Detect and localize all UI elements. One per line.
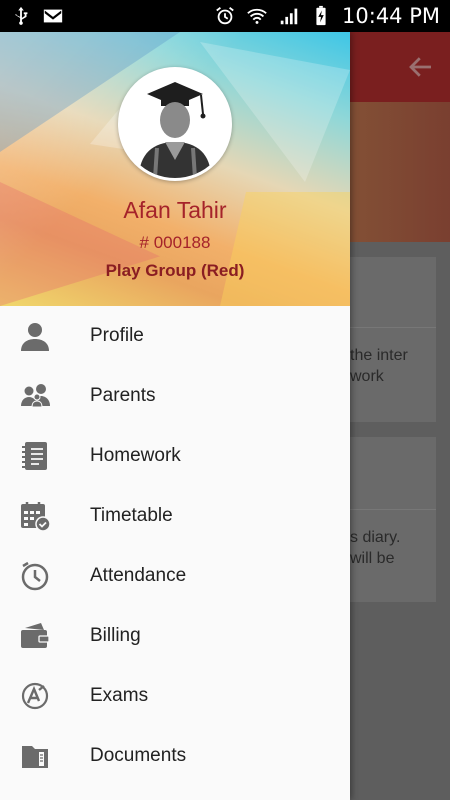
usb-icon — [15, 6, 28, 25]
menu-item-exams[interactable]: Exams — [0, 666, 350, 726]
status-time: 10:44 PM — [342, 4, 440, 28]
menu-label: Parents — [90, 385, 156, 406]
background-text: work — [350, 368, 384, 385]
menu-label: Documents — [90, 745, 187, 766]
student-name: Afan Tahir — [123, 197, 227, 223]
student-class: Play Group (Red) — [105, 261, 245, 280]
alarm-icon — [216, 7, 234, 25]
wifi-icon — [247, 8, 267, 24]
wallet-icon — [21, 623, 50, 648]
menu-item-documents[interactable]: Documents — [0, 726, 350, 786]
drawer-menu: Profile Parents Homework Timetable Atten… — [0, 306, 350, 786]
clock-icon — [21, 561, 49, 591]
menu-label: Profile — [90, 325, 144, 346]
menu-item-profile[interactable]: Profile — [0, 306, 350, 366]
background-text: the inter — [350, 347, 408, 364]
menu-label: Timetable — [90, 505, 173, 526]
documents-icon — [22, 746, 48, 768]
calendar-icon — [21, 502, 51, 532]
person-icon — [21, 323, 49, 351]
menu-item-attendance[interactable]: Attendance — [0, 546, 350, 606]
menu-label: Attendance — [90, 565, 187, 586]
menu-item-parents[interactable]: Parents — [0, 366, 350, 426]
menu-item-homework[interactable]: Homework — [0, 426, 350, 486]
background-text: s diary. — [350, 529, 401, 546]
signal-icon — [280, 8, 298, 25]
back-arrow-icon[interactable] — [406, 52, 436, 82]
status-bar: 10:44 PM — [0, 0, 450, 32]
battery-icon — [316, 5, 326, 26]
menu-label: Homework — [90, 445, 181, 466]
menu-item-billing[interactable]: Billing — [0, 606, 350, 666]
graduate-avatar-icon — [139, 82, 211, 178]
student-avatar[interactable] — [118, 67, 232, 181]
parents-icon — [21, 384, 50, 408]
drawer-header: Afan Tahir # 000188 Play Group (Red) — [0, 32, 350, 306]
menu-label: Billing — [90, 625, 141, 646]
navigation-drawer: Afan Tahir # 000188 Play Group (Red) Pro… — [0, 32, 350, 800]
exam-icon — [21, 682, 49, 710]
notebook-icon — [22, 442, 47, 470]
menu-item-timetable[interactable]: Timetable — [0, 486, 350, 546]
background-text: will be — [350, 550, 395, 567]
gmail-icon — [43, 9, 63, 23]
menu-label: Exams — [90, 685, 149, 706]
student-id: # 000188 — [139, 233, 211, 252]
